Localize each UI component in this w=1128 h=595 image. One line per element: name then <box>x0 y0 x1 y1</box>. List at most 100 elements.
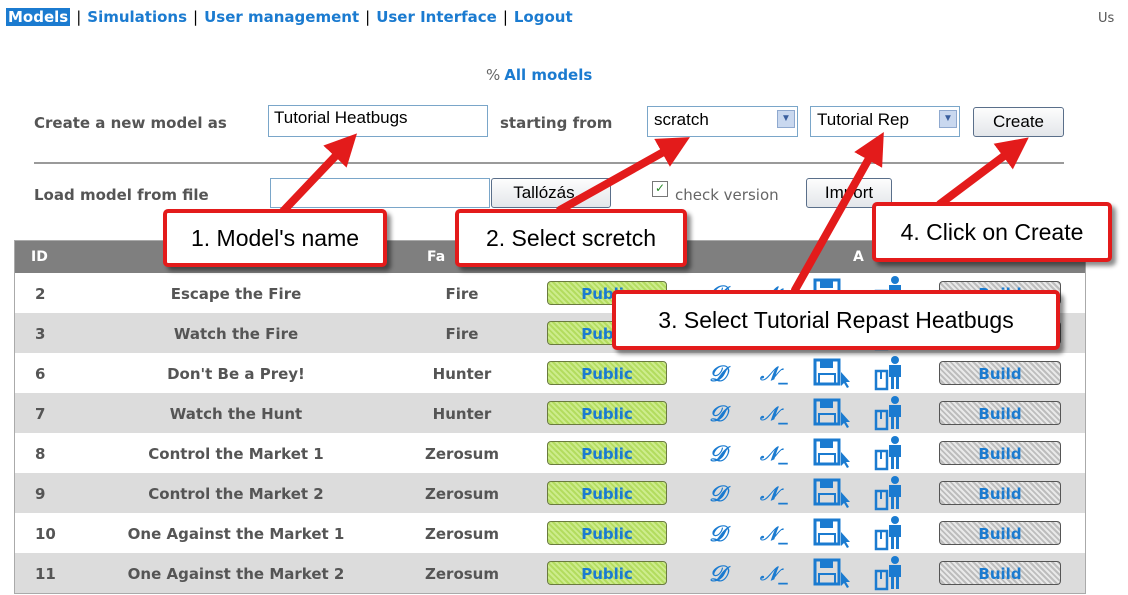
save-icon[interactable] <box>813 398 851 428</box>
user-icon[interactable] <box>873 355 909 391</box>
row-family: Zerosum <box>425 525 499 543</box>
nav-separator: | <box>193 8 199 26</box>
table-row: 10 One Against the Market 1 Zerosum Public 𝒟… <box>15 513 1085 553</box>
row-family: Fire <box>445 325 479 343</box>
all-models-label: All models <box>504 66 593 84</box>
row-name: Escape the Fire <box>170 285 302 303</box>
row-id: 2 <box>35 285 46 303</box>
user-icon[interactable] <box>873 515 909 551</box>
description-icon[interactable]: 𝒟 <box>709 561 727 587</box>
file-path-input[interactable] <box>270 178 490 208</box>
row-name: One Against the Market 2 <box>127 565 345 583</box>
chevron-down-icon[interactable]: ▼ <box>939 110 957 128</box>
row-family: Zerosum <box>425 485 499 503</box>
divider <box>34 162 1064 164</box>
notation-icon[interactable]: 𝒩_ <box>760 563 788 585</box>
description-icon[interactable]: 𝒟 <box>709 361 727 387</box>
check-version-checkbox[interactable]: ✓ <box>652 181 668 197</box>
model-name-input[interactable]: Tutorial Heatbugs <box>268 105 488 137</box>
nav-user-management[interactable]: User management <box>204 8 359 26</box>
description-icon[interactable]: 𝒟 <box>709 441 727 467</box>
callout-3: 3. Select Tutorial Repast Heatbugs <box>612 290 1060 350</box>
save-icon[interactable] <box>813 478 851 508</box>
header-id: ID <box>31 249 48 265</box>
header-family: Fa <box>427 249 446 265</box>
row-family: Hunter <box>432 405 492 423</box>
create-button[interactable]: Create <box>973 107 1064 137</box>
nav-logout[interactable]: Logout <box>514 8 573 26</box>
nav-separator: | <box>76 8 82 26</box>
row-id: 11 <box>35 565 56 583</box>
nav-user-interface[interactable]: User Interface <box>376 8 497 26</box>
row-name: Watch the Fire <box>173 325 299 343</box>
row-id: 8 <box>35 445 46 463</box>
top-nav: Models | Simulations | User management | User … <box>6 8 573 26</box>
create-label: Create a new model as <box>34 114 227 132</box>
row-id: 9 <box>35 485 46 503</box>
starting-from-label: starting from <box>500 114 613 132</box>
nav-simulations[interactable]: Simulations <box>87 8 187 26</box>
description-icon[interactable]: 𝒟 <box>709 401 727 427</box>
start-select-value: scratch <box>654 110 709 129</box>
user-icon[interactable] <box>873 395 909 431</box>
user-icon[interactable] <box>873 475 909 511</box>
row-name: Don't Be a Prey! <box>167 365 305 383</box>
row-family: Zerosum <box>425 445 499 463</box>
user-icon[interactable] <box>873 435 909 471</box>
all-models-link[interactable]: % All models <box>486 66 592 84</box>
save-icon[interactable] <box>813 438 851 468</box>
public-button[interactable]: Public <box>547 361 667 385</box>
load-label: Load model from file <box>34 186 209 204</box>
start-select[interactable]: scratch ▼ <box>647 106 798 137</box>
build-button[interactable]: Build <box>939 441 1061 465</box>
row-name: Control the Market 2 <box>148 485 324 503</box>
row-id: 7 <box>35 405 46 423</box>
browse-button[interactable]: Tallózás... <box>491 178 611 208</box>
chevron-down-icon[interactable]: ▼ <box>777 110 795 128</box>
save-icon[interactable] <box>813 358 851 388</box>
callout-2: 2. Select scretch <box>455 209 687 267</box>
notation-icon[interactable]: 𝒩_ <box>760 363 788 385</box>
public-button[interactable]: Public <box>547 561 667 585</box>
row-name: Control the Market 1 <box>148 445 324 463</box>
row-family: Zerosum <box>425 565 499 583</box>
description-icon[interactable]: 𝒟 <box>709 481 727 507</box>
table-row: 9 Control the Market 2 Zerosum Public 𝒟 𝒩_ Bui… <box>15 473 1085 513</box>
row-id: 3 <box>35 325 46 343</box>
table-row: 7 Watch the Hunt Hunter Public 𝒟 𝒩_ Build <box>15 393 1085 433</box>
callout-1: 1. Model's name <box>163 209 387 267</box>
build-button[interactable]: Build <box>939 481 1061 505</box>
user-info: Us <box>1098 11 1115 26</box>
table-row: 8 Control the Market 1 Zerosum Public 𝒟 𝒩_ Bui… <box>15 433 1085 473</box>
notation-icon[interactable]: 𝒩_ <box>760 403 788 425</box>
build-button[interactable]: Build <box>939 561 1061 585</box>
public-button[interactable]: Public <box>547 401 667 425</box>
description-icon[interactable]: 𝒟 <box>709 521 727 547</box>
row-family: Hunter <box>432 365 492 383</box>
save-icon[interactable] <box>813 518 851 548</box>
public-button[interactable]: Public <box>547 481 667 505</box>
table-row: 6 Don't Be a Prey! Hunter Public 𝒟 𝒩_ Build <box>15 353 1085 393</box>
notation-icon[interactable]: 𝒩_ <box>760 443 788 465</box>
template-select-value: Tutorial Rep <box>817 110 909 129</box>
percent-icon: % <box>486 66 501 84</box>
save-icon[interactable] <box>813 558 851 588</box>
notation-icon[interactable]: 𝒩_ <box>760 523 788 545</box>
row-name: Watch the Hunt <box>169 405 303 423</box>
build-button[interactable]: Build <box>939 361 1061 385</box>
header-actions: A <box>853 249 864 265</box>
arrow-4 <box>936 137 1029 208</box>
row-name: One Against the Market 1 <box>127 525 345 543</box>
notation-icon[interactable]: 𝒩_ <box>760 483 788 505</box>
public-button[interactable]: Public <box>547 441 667 465</box>
build-button[interactable]: Build <box>939 521 1061 545</box>
template-select[interactable]: Tutorial Rep ▼ <box>810 106 960 137</box>
nav-separator: | <box>365 8 371 26</box>
callout-4: 4. Click on Create <box>872 202 1112 262</box>
build-button[interactable]: Build <box>939 401 1061 425</box>
row-id: 6 <box>35 365 46 383</box>
nav-models[interactable]: Models <box>6 8 71 26</box>
row-family: Fire <box>445 285 479 303</box>
user-icon[interactable] <box>873 555 909 591</box>
public-button[interactable]: Public <box>547 521 667 545</box>
